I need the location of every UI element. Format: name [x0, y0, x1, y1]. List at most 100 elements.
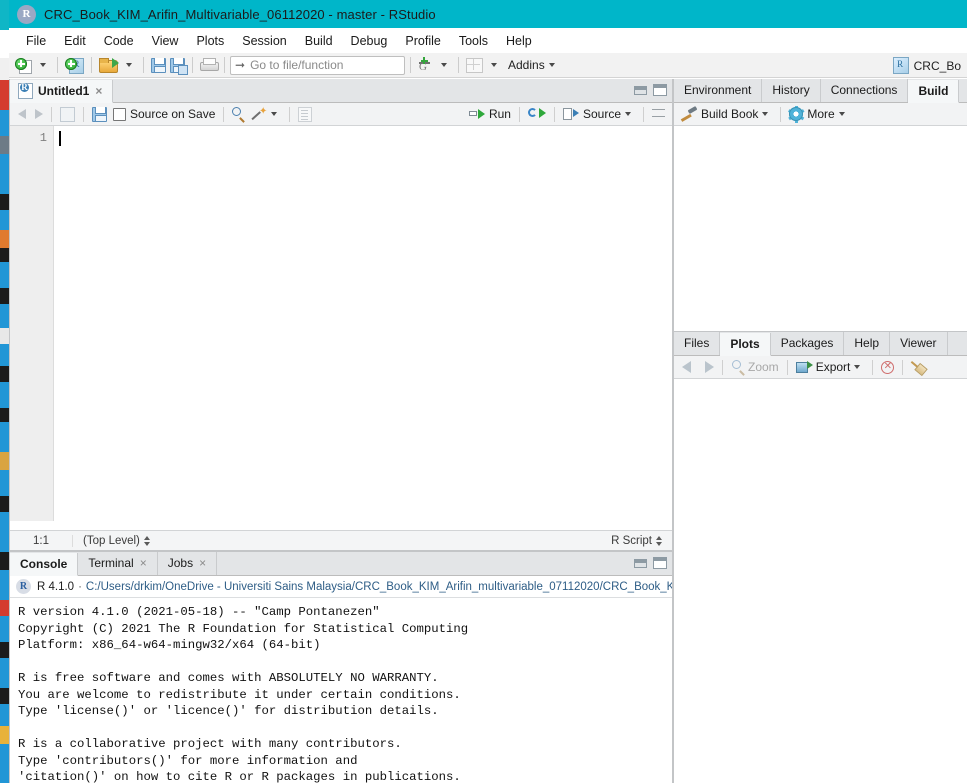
close-icon[interactable]: × — [199, 552, 206, 575]
menu-code[interactable]: Code — [95, 31, 143, 51]
new-file-button[interactable] — [13, 55, 34, 76]
remove-plot-button[interactable]: ✕ — [878, 357, 897, 377]
code-area[interactable] — [55, 126, 672, 521]
build-more-button[interactable]: More — [786, 104, 851, 124]
open-recent-dropdown[interactable] — [120, 55, 138, 76]
menu-tools[interactable]: Tools — [450, 31, 497, 51]
source-on-save-checkbox[interactable]: Source on Save — [110, 104, 218, 124]
save-button[interactable] — [149, 55, 168, 76]
zoom-plot-button[interactable]: Zoom — [728, 357, 782, 377]
back-button[interactable] — [15, 104, 29, 124]
project-indicator[interactable]: CRC_Bo — [885, 53, 967, 78]
gear-icon — [789, 107, 803, 121]
tab-help[interactable]: Help — [844, 332, 890, 355]
file-type-selector[interactable]: R Script — [611, 535, 672, 547]
chevron-down-icon — [271, 112, 277, 116]
save-all-button[interactable] — [168, 55, 187, 76]
menu-session[interactable]: Session — [233, 31, 295, 51]
clear-all-plots-button[interactable] — [908, 357, 929, 377]
forward-button[interactable] — [29, 104, 46, 124]
goto-placeholder: Go to file/function — [250, 58, 343, 72]
addins-button[interactable]: Addins — [503, 55, 561, 76]
tab-packages[interactable]: Packages — [771, 332, 845, 355]
toolbar-divider — [872, 360, 873, 375]
minimize-pane-button[interactable] — [634, 559, 647, 568]
build-book-label: Build Book — [701, 107, 758, 121]
tab-files[interactable]: Files — [674, 332, 720, 355]
source-button[interactable]: Source — [560, 104, 638, 124]
line-number: 1 — [10, 131, 47, 145]
tab-environment[interactable]: Environment — [674, 79, 762, 102]
forward-arrow-icon — [705, 361, 714, 373]
code-tools-button[interactable]: ✦ — [249, 104, 284, 124]
menu-debug[interactable]: Debug — [342, 31, 397, 51]
toolbar-divider — [519, 107, 520, 122]
menu-file[interactable]: File — [17, 31, 55, 51]
source-tab-untitled1[interactable]: Untitled1 × — [10, 80, 113, 103]
toolbar-divider — [554, 107, 555, 122]
clear-all-plots-icon — [911, 360, 926, 374]
save-document-button[interactable] — [89, 104, 110, 124]
toolbar-divider — [224, 57, 225, 73]
source-editor-pane: Untitled1 × — [9, 79, 673, 551]
document-outline-button[interactable] — [649, 104, 668, 124]
compile-report-button[interactable] — [295, 104, 315, 124]
menu-profile[interactable]: Profile — [396, 31, 449, 51]
compile-report-button[interactable]: G — [416, 55, 435, 76]
chevron-down-icon — [854, 365, 860, 369]
open-file-button[interactable] — [97, 55, 120, 76]
tab-git[interactable]: Gi — [959, 79, 967, 102]
tab-connections[interactable]: Connections — [821, 79, 909, 102]
menu-edit[interactable]: Edit — [55, 31, 95, 51]
console-output[interactable]: R version 4.1.0 (2021-05-18) -- "Camp Po… — [10, 598, 672, 783]
menu-view[interactable]: View — [143, 31, 188, 51]
chevron-down-icon — [126, 63, 132, 67]
menu-build[interactable]: Build — [296, 31, 342, 51]
build-book-button[interactable]: Build Book — [679, 104, 775, 124]
plots-display-area[interactable] — [674, 379, 967, 783]
close-icon[interactable]: × — [140, 552, 147, 575]
rerun-previous-button[interactable] — [525, 104, 549, 124]
tab-console[interactable]: Console — [10, 553, 78, 576]
goto-file-function-input[interactable]: ➞ Go to file/function — [230, 56, 405, 75]
workspace-panes-button[interactable] — [464, 55, 485, 76]
separator-dot: · — [78, 581, 82, 593]
tab-history[interactable]: History — [762, 79, 820, 102]
workspace-panes-dropdown[interactable] — [485, 55, 503, 76]
menu-plots[interactable]: Plots — [187, 31, 233, 51]
goto-arrow-icon: ➞ — [235, 58, 245, 72]
export-label: Export — [816, 360, 851, 374]
next-plot-button[interactable] — [694, 357, 717, 377]
r-version-label: R 4.1.0 — [37, 581, 74, 593]
find-replace-button[interactable] — [229, 104, 249, 124]
new-project-button[interactable] — [63, 55, 86, 76]
code-tools-icon: ✦ — [252, 107, 267, 121]
close-icon[interactable]: × — [95, 80, 102, 103]
tab-terminal[interactable]: Terminal × — [78, 552, 157, 575]
working-directory-path[interactable]: C:/Users/drkim/OneDrive - Universiti Sai… — [86, 581, 672, 593]
show-in-new-window-button[interactable] — [57, 104, 78, 124]
find-replace-icon — [232, 107, 246, 121]
build-output-area[interactable] — [674, 126, 967, 330]
tab-viewer[interactable]: Viewer — [890, 332, 947, 355]
project-icon — [893, 57, 909, 74]
export-plot-button[interactable]: Export — [793, 357, 868, 377]
tab-plots[interactable]: Plots — [720, 333, 770, 356]
tab-jobs[interactable]: Jobs × — [158, 552, 217, 575]
editor-body[interactable]: 1 — [10, 126, 672, 521]
r-script-icon — [18, 83, 33, 99]
minimize-pane-button[interactable] — [634, 86, 647, 95]
menu-help[interactable]: Help — [497, 31, 541, 51]
run-button[interactable]: Run — [466, 104, 514, 124]
toolbar-divider — [787, 360, 788, 375]
print-button[interactable] — [198, 55, 219, 76]
compile-report-dropdown[interactable] — [435, 55, 453, 76]
tab-build[interactable]: Build — [908, 80, 959, 103]
maximize-pane-button[interactable] — [653, 557, 667, 569]
project-name: CRC_Bo — [914, 59, 961, 73]
code-scope-selector[interactable]: (Top Level) — [73, 535, 150, 547]
new-file-dropdown[interactable] — [34, 55, 52, 76]
console-working-directory-bar[interactable]: R R 4.1.0 · C:/Users/drkim/OneDrive - Un… — [10, 576, 672, 598]
maximize-pane-button[interactable] — [653, 84, 667, 96]
previous-plot-button[interactable] — [679, 357, 694, 377]
